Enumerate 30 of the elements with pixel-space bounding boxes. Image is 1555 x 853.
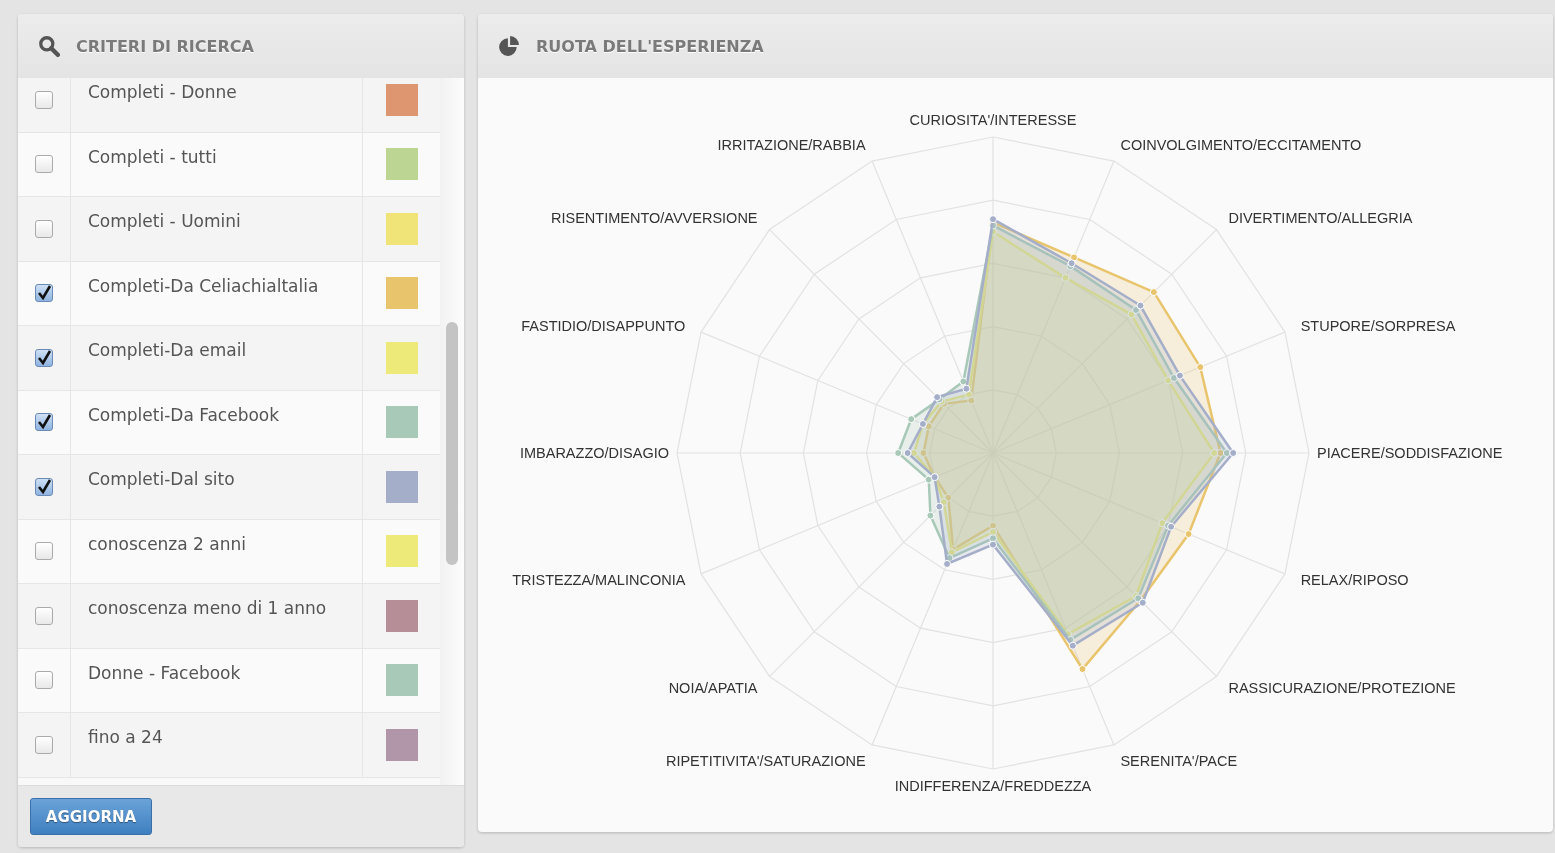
axis-label: STUPORE/SORPRESA [1300,317,1456,334]
axis-label: TRISTEZZA/MALINCONIA [512,572,686,589]
panel-title: CRITERI DI RICERCA [76,36,254,56]
axis-label: SERENITA'/PACE [1120,752,1238,769]
axis-label: FASTIDIO/DISAPPUNTO [521,317,686,334]
axis-label: RIPETITIVITA'/SATURAZIONE [665,752,866,769]
criterion-label: Donne - Facebook [88,662,241,683]
axis-label: IRRITAZIONE/RABBIA [717,137,866,154]
criterion-label: Completi-Da Celiachialtalia [88,275,319,296]
criterion-label: Completi-Dal sito [88,469,235,489]
criterion-label: fino a 24 [88,727,163,747]
axis-label: RELAX/RIPOSO [1300,572,1409,589]
update-button[interactable]: AGGIORNA [30,798,152,835]
axis-label: RASSICURAZIONE/PROTEZIONE [1228,680,1456,697]
axis-label: COINVOLGIMENTO/ECCITAMENTO [1120,137,1362,154]
axis-label: CURIOSITA'/INTERESSE [909,112,1077,128]
criterion-label: Completi - Uomini [88,211,241,231]
axis-label: RISENTIMENTO/AVVERSIONE [551,209,758,226]
axis-label: NOIA/APATIA [668,680,758,697]
criterion-label: Completi-Da Facebook [88,404,280,425]
panel-title: RUOTA DELL'ESPERIENZA [536,36,764,56]
axis-label: INDIFFERENZA/FREDDEZZA [894,778,1092,794]
criterion-label: Completi - tutti [88,146,217,167]
criterion-label: conoscenza 2 anni [88,533,246,554]
criterion-label: Completi-Da email [88,340,247,360]
criterion-label: Completi - Donne [88,82,237,102]
criterion-label: conoscenza meno di 1 anno [88,598,327,618]
axis-label: DIVERTIMENTO/ALLEGRIA [1228,209,1413,226]
axis-label: IMBARAZZO/DISAGIO [519,445,669,461]
axis-label: PIACERE/SODDISFAZIONE [1317,445,1503,461]
